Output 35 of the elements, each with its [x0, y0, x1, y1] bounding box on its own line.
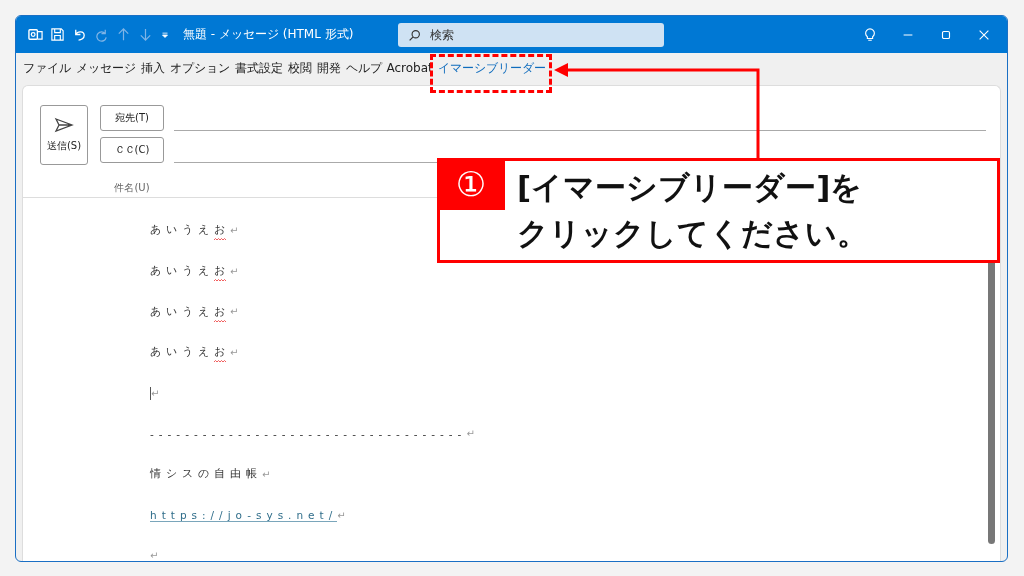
paragraph-mark: ↵ — [230, 346, 239, 358]
subject-label: 件名(U) — [113, 181, 151, 195]
paragraph-mark: ↵ — [337, 509, 346, 521]
ribbon-tab[interactable]: ファイル — [20, 57, 73, 79]
paragraph-mark: ↵ — [466, 428, 475, 440]
paragraph-mark: ↵ — [150, 550, 159, 561]
to-button[interactable]: 宛先(T) — [100, 105, 164, 131]
body-text: 情シスの自由帳 — [150, 467, 262, 482]
window-title: 無題 - メッセージ (HTML 形式) — [183, 26, 354, 43]
paragraph-mark: ↵ — [230, 265, 239, 277]
ribbon-tab[interactable]: メッセージ — [73, 57, 138, 79]
ribbon-tab[interactable]: 挿入 — [138, 57, 167, 79]
ribbon-tab[interactable]: ヘルプ — [343, 57, 384, 79]
ribbon-tab[interactable]: 書式設定 — [232, 57, 285, 79]
body-text: あいうえお — [150, 304, 230, 319]
callout-text: [イマーシブリーダー]を — [517, 168, 864, 207]
ribbon-tab[interactable]: イマーシブリーダー — [435, 57, 549, 79]
body-text: あいうえお — [150, 264, 230, 279]
body-text: ------------------------------------ — [150, 427, 467, 440]
ribbon-tab[interactable]: 開発 — [314, 57, 343, 79]
paragraph-mark: ↵ — [230, 224, 239, 236]
body-text: あいうえお — [150, 345, 230, 360]
send-button[interactable]: 送信(S) — [40, 105, 88, 165]
paragraph-mark: ↵ — [230, 306, 239, 318]
url-link[interactable]: https://jo-sys.net/ — [150, 508, 338, 522]
body-text: あいうえお — [150, 223, 230, 238]
callout-text: クリックしてください。 — [517, 214, 868, 253]
ribbon-tab[interactable]: Acrobat — [384, 59, 436, 77]
ribbon-tab[interactable]: オプション — [167, 57, 232, 79]
ribbon-tab[interactable]: 校閲 — [285, 57, 314, 79]
paragraph-mark: ↵ — [262, 468, 271, 480]
search-field[interactable]: 検索 — [398, 22, 664, 47]
cc-button[interactable]: ＣＣ(C) — [100, 137, 164, 163]
paragraph-mark: ↵ — [151, 387, 160, 399]
step-number: ① — [437, 158, 505, 210]
